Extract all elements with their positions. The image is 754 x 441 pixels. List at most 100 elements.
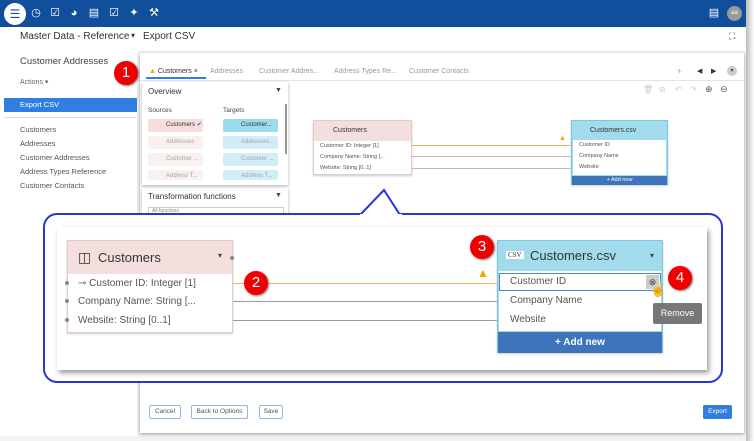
target-node-title: Customers.csv bbox=[530, 248, 616, 263]
cancel-button[interactable]: Cancel bbox=[149, 405, 181, 419]
mapping-line[interactable] bbox=[412, 145, 571, 146]
database-icon: ◫ bbox=[78, 249, 92, 265]
target-node-header: Customers.csv bbox=[590, 127, 637, 134]
field-row[interactable]: Website: String [0..1] bbox=[68, 315, 232, 326]
target-item[interactable]: Addresses... bbox=[223, 136, 278, 149]
back-to-options-button[interactable]: Back to Options bbox=[191, 405, 248, 419]
divider bbox=[4, 117, 137, 118]
source-item[interactable]: Addresses bbox=[148, 136, 203, 149]
target-item[interactable]: Address T... bbox=[223, 170, 278, 180]
source-label: Customer ... bbox=[166, 156, 199, 162]
check-icon: ✔ bbox=[196, 122, 202, 128]
delete-icon[interactable]: 🗑 bbox=[643, 85, 653, 94]
mapping-line[interactable] bbox=[233, 301, 497, 302]
sidebar-item-customer-contacts[interactable]: Customer Contacts bbox=[20, 181, 84, 190]
header: Master Data - Reference ▾ Export CSV ⛶ bbox=[0, 27, 746, 51]
source-node-small[interactable]: Customers Customer ID: Integer [1] Compa… bbox=[313, 120, 412, 175]
field-row[interactable]: Company Name bbox=[573, 153, 666, 159]
fullscreen-icon[interactable]: ⛶ bbox=[729, 31, 735, 42]
checklist-icon[interactable]: ☑ bbox=[108, 7, 120, 19]
chevron-down-icon[interactable]: ▼ bbox=[275, 192, 282, 199]
redo-icon[interactable]: ↷ bbox=[690, 85, 697, 94]
target-label: Address T... bbox=[241, 173, 273, 179]
field-row[interactable]: Customer ID: Integer [1] bbox=[314, 143, 411, 149]
csv-icon: CSV bbox=[506, 251, 524, 259]
add-new-button[interactable]: + Add new bbox=[572, 176, 667, 185]
chevron-down-icon[interactable]: ▾ bbox=[650, 251, 654, 260]
tab-addresses[interactable]: Addresses bbox=[210, 68, 243, 75]
chevron-down-icon[interactable]: ▾ bbox=[218, 251, 222, 260]
source-item[interactable]: Customer ... bbox=[148, 153, 203, 166]
field-row[interactable]: Website bbox=[499, 314, 661, 325]
field-row[interactable]: Company Name: String [... bbox=[68, 296, 232, 307]
zoom-out-icon[interactable]: ⊖ bbox=[720, 84, 728, 95]
warning-icon: ▲ bbox=[477, 266, 489, 280]
close-icon[interactable]: × bbox=[194, 68, 198, 75]
field-row[interactable]: Website bbox=[573, 164, 666, 170]
tab-prev-icon[interactable]: ◀ bbox=[697, 67, 702, 75]
target-label: Customer ... bbox=[241, 156, 274, 162]
target-node-small[interactable]: Customers.csv Customer ID Company Name W… bbox=[571, 120, 668, 185]
sidebar-item-addresses[interactable]: Addresses bbox=[20, 139, 55, 148]
checkbox-icon[interactable]: ☑ bbox=[49, 7, 61, 19]
zoom-in-icon[interactable]: ⊕ bbox=[705, 84, 713, 95]
mapping-line[interactable] bbox=[233, 283, 497, 284]
chevron-down-icon[interactable]: ▾ bbox=[131, 31, 135, 40]
target-label: Customer... bbox=[241, 122, 272, 128]
export-button[interactable]: Export bbox=[703, 405, 732, 419]
source-node[interactable]: Customers ◫ ▾ ⊸ Customer ID: Integer [1]… bbox=[67, 240, 233, 333]
page-title: Export CSV bbox=[143, 31, 196, 42]
database-icon[interactable]: ☰ bbox=[4, 3, 26, 25]
tab-label: Customers bbox=[157, 68, 192, 75]
field-row[interactable]: Company Name bbox=[499, 295, 661, 306]
add-tab-icon[interactable]: + bbox=[677, 66, 682, 76]
sidebar-title: Customer Addresses bbox=[20, 56, 109, 67]
target-label: Addresses... bbox=[241, 139, 275, 145]
connector-dot[interactable] bbox=[230, 256, 234, 260]
tab-address-types[interactable]: Address Types Re... bbox=[334, 68, 397, 75]
chevron-down-icon[interactable]: ▼ bbox=[275, 87, 282, 94]
sidebar-item-export-csv[interactable]: Export CSV bbox=[4, 98, 137, 112]
target-item[interactable]: Customer... bbox=[223, 119, 278, 132]
field-row[interactable]: ⊸ Customer ID: Integer [1] bbox=[68, 278, 232, 289]
report-icon[interactable]: ▤ bbox=[708, 7, 720, 19]
target-item[interactable]: Customer ... bbox=[223, 153, 278, 166]
sidebar-item-customers[interactable]: Customers bbox=[20, 125, 56, 134]
mapping-line[interactable] bbox=[412, 168, 571, 169]
clock-icon[interactable]: ◷ bbox=[30, 7, 42, 19]
tab-next-icon[interactable]: ▶ bbox=[711, 67, 716, 75]
avatar[interactable]: aa bbox=[727, 6, 742, 21]
connector-dot[interactable] bbox=[65, 281, 69, 285]
mapping-line[interactable] bbox=[233, 320, 497, 321]
source-label: Customers bbox=[166, 122, 196, 128]
undo-icon[interactable]: ↶ bbox=[675, 85, 682, 94]
sidebar-item-customer-addresses[interactable]: Customer Addresses bbox=[20, 153, 90, 162]
connector-dot[interactable] bbox=[65, 299, 69, 303]
sidebar-item-address-types[interactable]: Address Types Reference bbox=[20, 167, 106, 176]
field-row[interactable]: Customer ID bbox=[499, 276, 661, 287]
tab-menu-icon[interactable]: ▾ bbox=[727, 66, 737, 76]
actions-menu[interactable]: Actions ▾ bbox=[20, 78, 48, 86]
targets-label: Targets bbox=[223, 107, 245, 114]
unlink-icon[interactable]: ⊘ bbox=[659, 85, 666, 94]
field-row[interactable]: Website: String [0..1] bbox=[314, 165, 411, 171]
field-row[interactable]: Company Name: String [... bbox=[314, 154, 411, 160]
wrench-icon[interactable]: ⚒ bbox=[148, 7, 160, 19]
mapping-line[interactable] bbox=[412, 156, 571, 157]
overview-title: Overview bbox=[148, 87, 182, 96]
database-list-icon[interactable]: ▤ bbox=[88, 7, 100, 19]
plug-icon[interactable]: ✦ bbox=[128, 7, 140, 19]
tab-customer-addresses[interactable]: Customer Addres... bbox=[259, 68, 319, 75]
breadcrumb-project[interactable]: Master Data - Reference bbox=[20, 31, 130, 42]
tab-customer-contacts[interactable]: Customer Contacts bbox=[409, 68, 469, 75]
scrollbar[interactable] bbox=[285, 104, 287, 154]
add-new-button[interactable]: + Add new bbox=[498, 332, 662, 353]
connector-dot[interactable] bbox=[65, 318, 69, 322]
source-item[interactable]: Address T... bbox=[148, 170, 203, 180]
save-button[interactable]: Save bbox=[259, 405, 283, 419]
source-item[interactable]: Customers ✔ bbox=[148, 119, 203, 132]
tab-customers[interactable]: ▲ Customers × bbox=[146, 65, 206, 79]
field-row[interactable]: Customer ID bbox=[573, 142, 666, 148]
target-node[interactable]: CSV Customers.csv ▾ Customer ID Company … bbox=[497, 240, 663, 353]
gauge-icon[interactable]: ◕ bbox=[68, 7, 80, 19]
